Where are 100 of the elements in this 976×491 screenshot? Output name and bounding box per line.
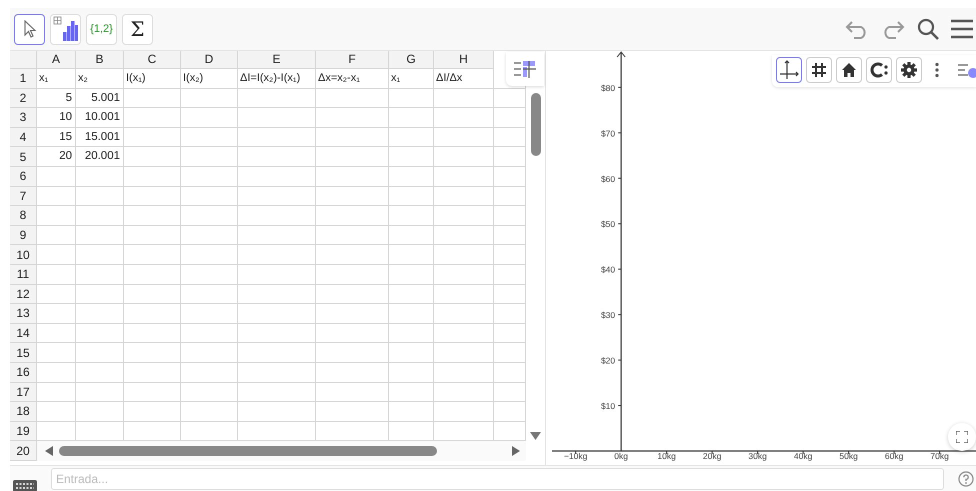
table-cell	[389, 343, 434, 363]
table-cell	[76, 324, 124, 344]
x-tick-label: 50kg	[839, 451, 858, 461]
table-cell	[389, 382, 434, 402]
row-header[interactable]: 9	[10, 226, 37, 246]
row-header[interactable]: 18	[10, 402, 37, 422]
fullscreen-button[interactable]	[948, 423, 976, 451]
scroll-down-icon[interactable]	[530, 432, 541, 440]
table-cell	[76, 362, 124, 382]
horizontal-scrollbar[interactable]	[59, 446, 437, 456]
table-cell	[124, 128, 181, 148]
table-cell	[37, 186, 76, 206]
row-header[interactable]: 1	[10, 69, 37, 89]
table-cell	[124, 186, 181, 206]
style-bar-toggle[interactable]	[506, 52, 544, 86]
column-header[interactable]: B	[76, 51, 124, 69]
corner-cell[interactable]	[10, 51, 37, 69]
table-cell	[76, 245, 124, 265]
column-header[interactable]: E	[238, 51, 316, 69]
table-cell	[37, 166, 76, 187]
table-cell: 15	[37, 128, 76, 148]
x-tick-label: 0kg	[614, 451, 628, 461]
row-header[interactable]: 10	[10, 245, 37, 265]
scroll-right-icon[interactable]	[512, 446, 520, 456]
table-cell	[389, 245, 434, 265]
table-cell	[181, 166, 238, 187]
table-cell: I(x₁)	[124, 69, 181, 89]
settings-icon	[900, 61, 918, 79]
table-cell	[434, 382, 494, 402]
table-cell	[434, 402, 494, 422]
column-header[interactable]: A	[37, 51, 76, 69]
table-cell	[37, 226, 76, 246]
chart-tool[interactable]	[50, 14, 81, 44]
table-cell: x₁	[389, 69, 434, 89]
column-header[interactable]: G	[389, 51, 434, 69]
table-cell: ΔI/Δx	[434, 69, 494, 89]
help-icon[interactable]	[958, 471, 974, 487]
move-tool[interactable]	[14, 14, 45, 44]
row-header[interactable]: 17	[10, 382, 37, 402]
y-tick-label: $70	[600, 128, 616, 138]
table-cell	[181, 284, 238, 304]
input-field[interactable]: Entrada...	[51, 468, 944, 490]
table-cell	[37, 362, 76, 382]
table-cell	[389, 166, 434, 187]
x-tick-label: 30kg	[748, 451, 767, 461]
keyboard-icon[interactable]	[13, 480, 37, 491]
grid-icon	[811, 62, 827, 78]
row-header[interactable]: 11	[10, 264, 37, 285]
table-cell: 15.001	[76, 128, 124, 148]
y-tick-label: $20	[600, 356, 616, 366]
row-header[interactable]: 16	[10, 362, 37, 382]
table-cell	[181, 402, 238, 422]
list-tool[interactable]: {1,2}	[86, 14, 117, 44]
scroll-left-icon[interactable]	[45, 446, 53, 456]
settings-button[interactable]	[896, 57, 922, 83]
sum-tool[interactable]: Σ	[122, 14, 153, 44]
table-cell	[389, 147, 434, 167]
table-cell	[37, 402, 76, 422]
more-icon[interactable]	[934, 62, 940, 78]
bar-chart-icon	[52, 16, 78, 42]
style-button[interactable]	[866, 57, 892, 83]
table-cell	[124, 304, 181, 324]
row-header[interactable]: 2	[10, 88, 37, 108]
column-header[interactable]: D	[181, 51, 238, 69]
row-header[interactable]: 15	[10, 343, 37, 363]
row-header[interactable]: 7	[10, 186, 37, 206]
search-icon[interactable]	[916, 17, 940, 41]
table-cell: 20	[37, 147, 76, 167]
row-header[interactable]: 5	[10, 147, 37, 167]
row-header[interactable]: 6	[10, 166, 37, 187]
table-cell	[124, 264, 181, 285]
row-header[interactable]: 8	[10, 206, 37, 226]
menu-icon[interactable]	[950, 19, 974, 39]
axes-button[interactable]	[776, 57, 802, 83]
row-header[interactable]: 12	[10, 284, 37, 304]
vertical-scrollbar[interactable]	[530, 93, 540, 156]
table-cell	[37, 304, 76, 324]
table-cell	[181, 88, 238, 108]
row-header[interactable]: 19	[10, 422, 37, 442]
table-cell	[389, 304, 434, 324]
table-cell: 10.001	[76, 108, 124, 128]
table-cell	[434, 186, 494, 206]
table-cell	[389, 362, 434, 382]
column-header[interactable]: F	[316, 51, 389, 69]
table-cell	[434, 362, 494, 382]
table-cell	[181, 264, 238, 285]
home-button[interactable]	[836, 57, 862, 83]
table-cell	[434, 343, 494, 363]
row-header[interactable]: 13	[10, 304, 37, 324]
row-header[interactable]: 3	[10, 108, 37, 128]
table-cell	[434, 206, 494, 226]
column-header[interactable]: C	[124, 51, 181, 69]
grid-button[interactable]	[806, 57, 832, 83]
row-header[interactable]: 14	[10, 324, 37, 344]
table-cell	[37, 382, 76, 402]
column-header[interactable]: H	[434, 51, 494, 69]
table-cell	[434, 108, 494, 128]
row-header[interactable]: 4	[10, 128, 37, 148]
row-header[interactable]: 20	[10, 441, 37, 461]
table-cell	[124, 343, 181, 363]
